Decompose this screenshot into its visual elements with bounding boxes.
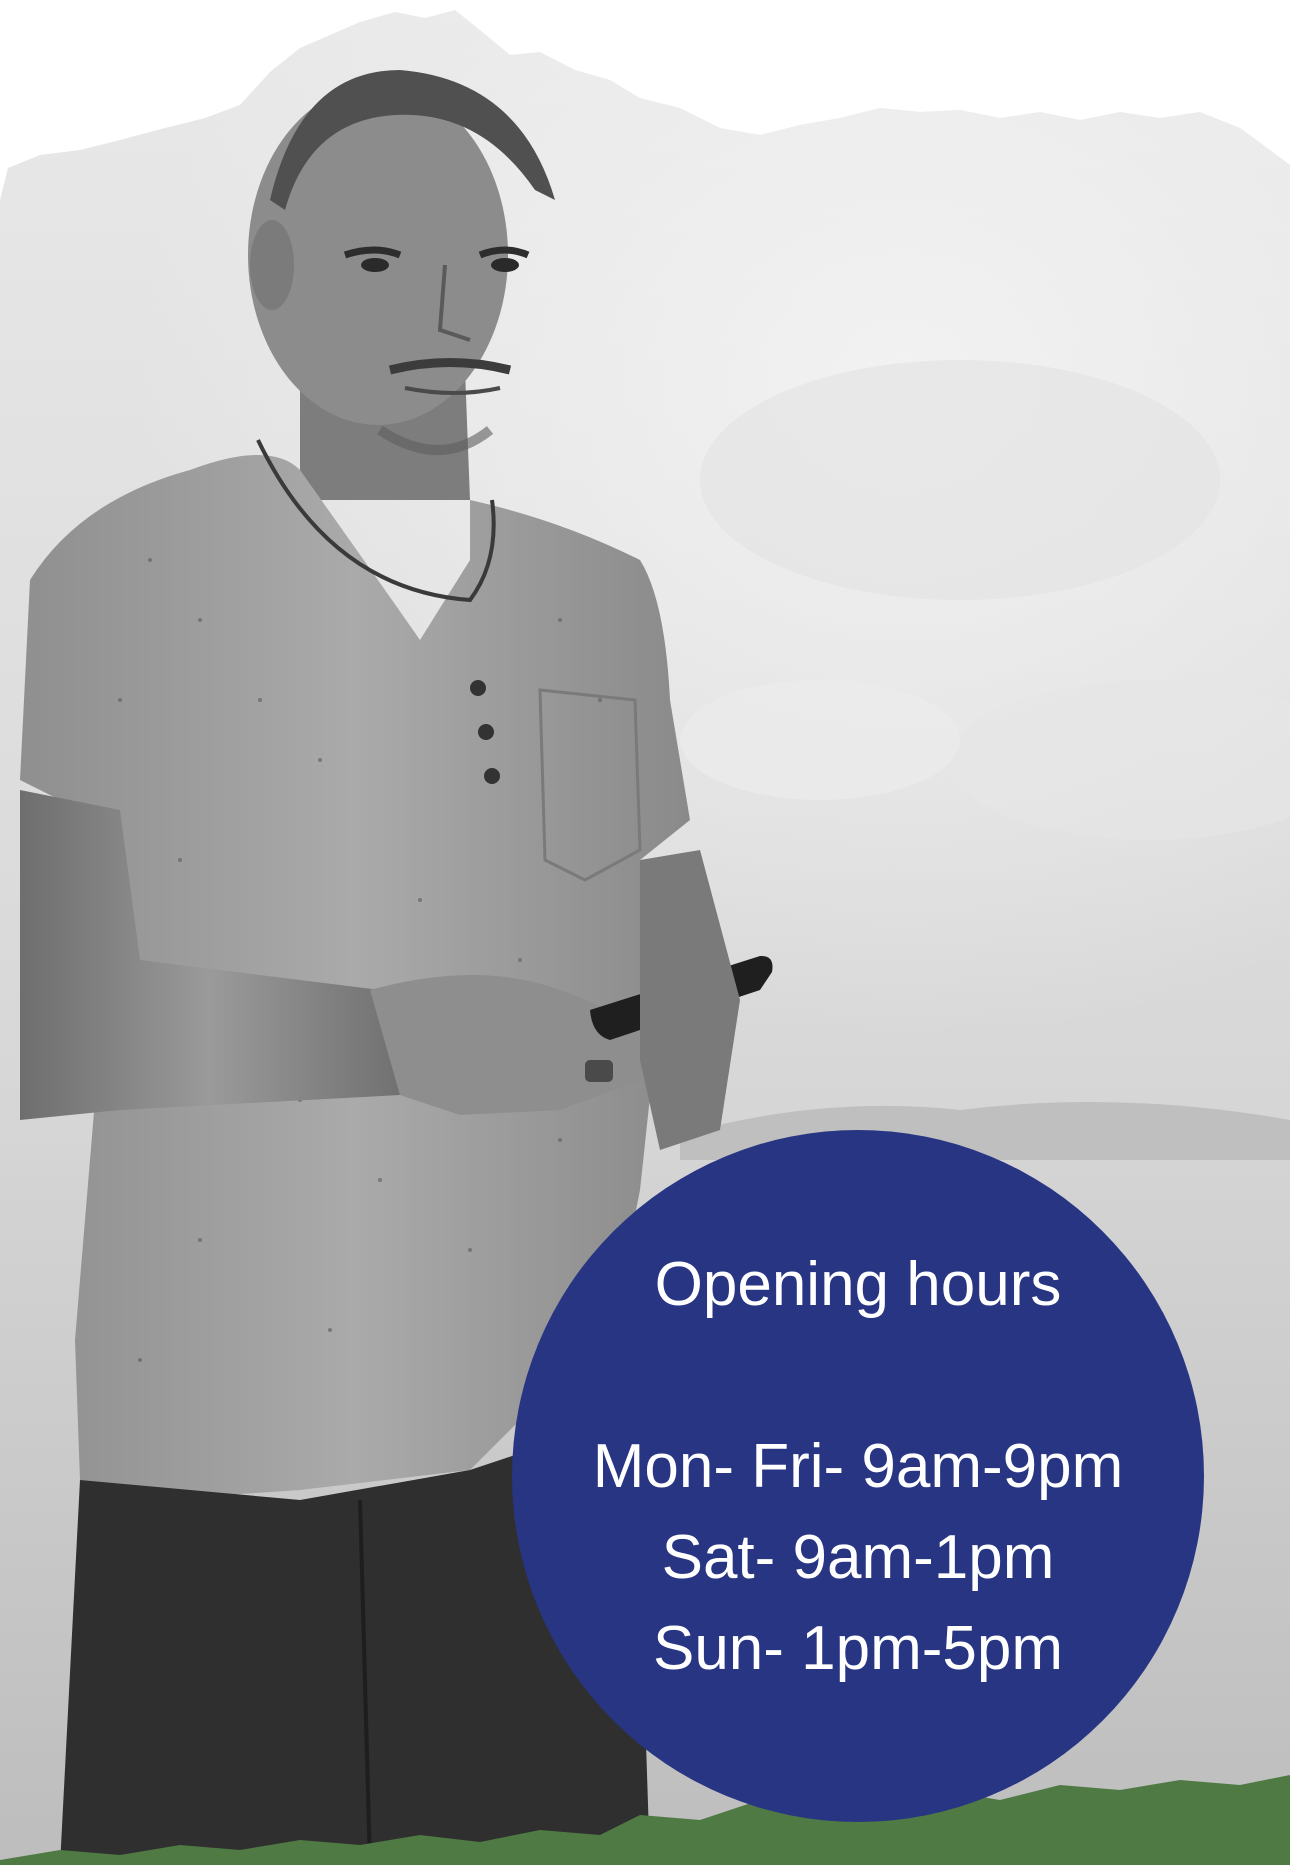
hours-weekday: Mon- Fri- 9am-9pm [592,1432,1124,1501]
opening-hours-title: Opening hours [654,1250,1062,1319]
hours-sunday: Sun- 1pm-5pm [652,1614,1064,1683]
hours-saturday: Sat- 9am-1pm [661,1523,1055,1592]
poster: Opening hours Mon- Fri- 9am-9pm Sat- 9am… [0,0,1290,1865]
opening-hours-circle: Opening hours Mon- Fri- 9am-9pm Sat- 9am… [512,1130,1204,1822]
